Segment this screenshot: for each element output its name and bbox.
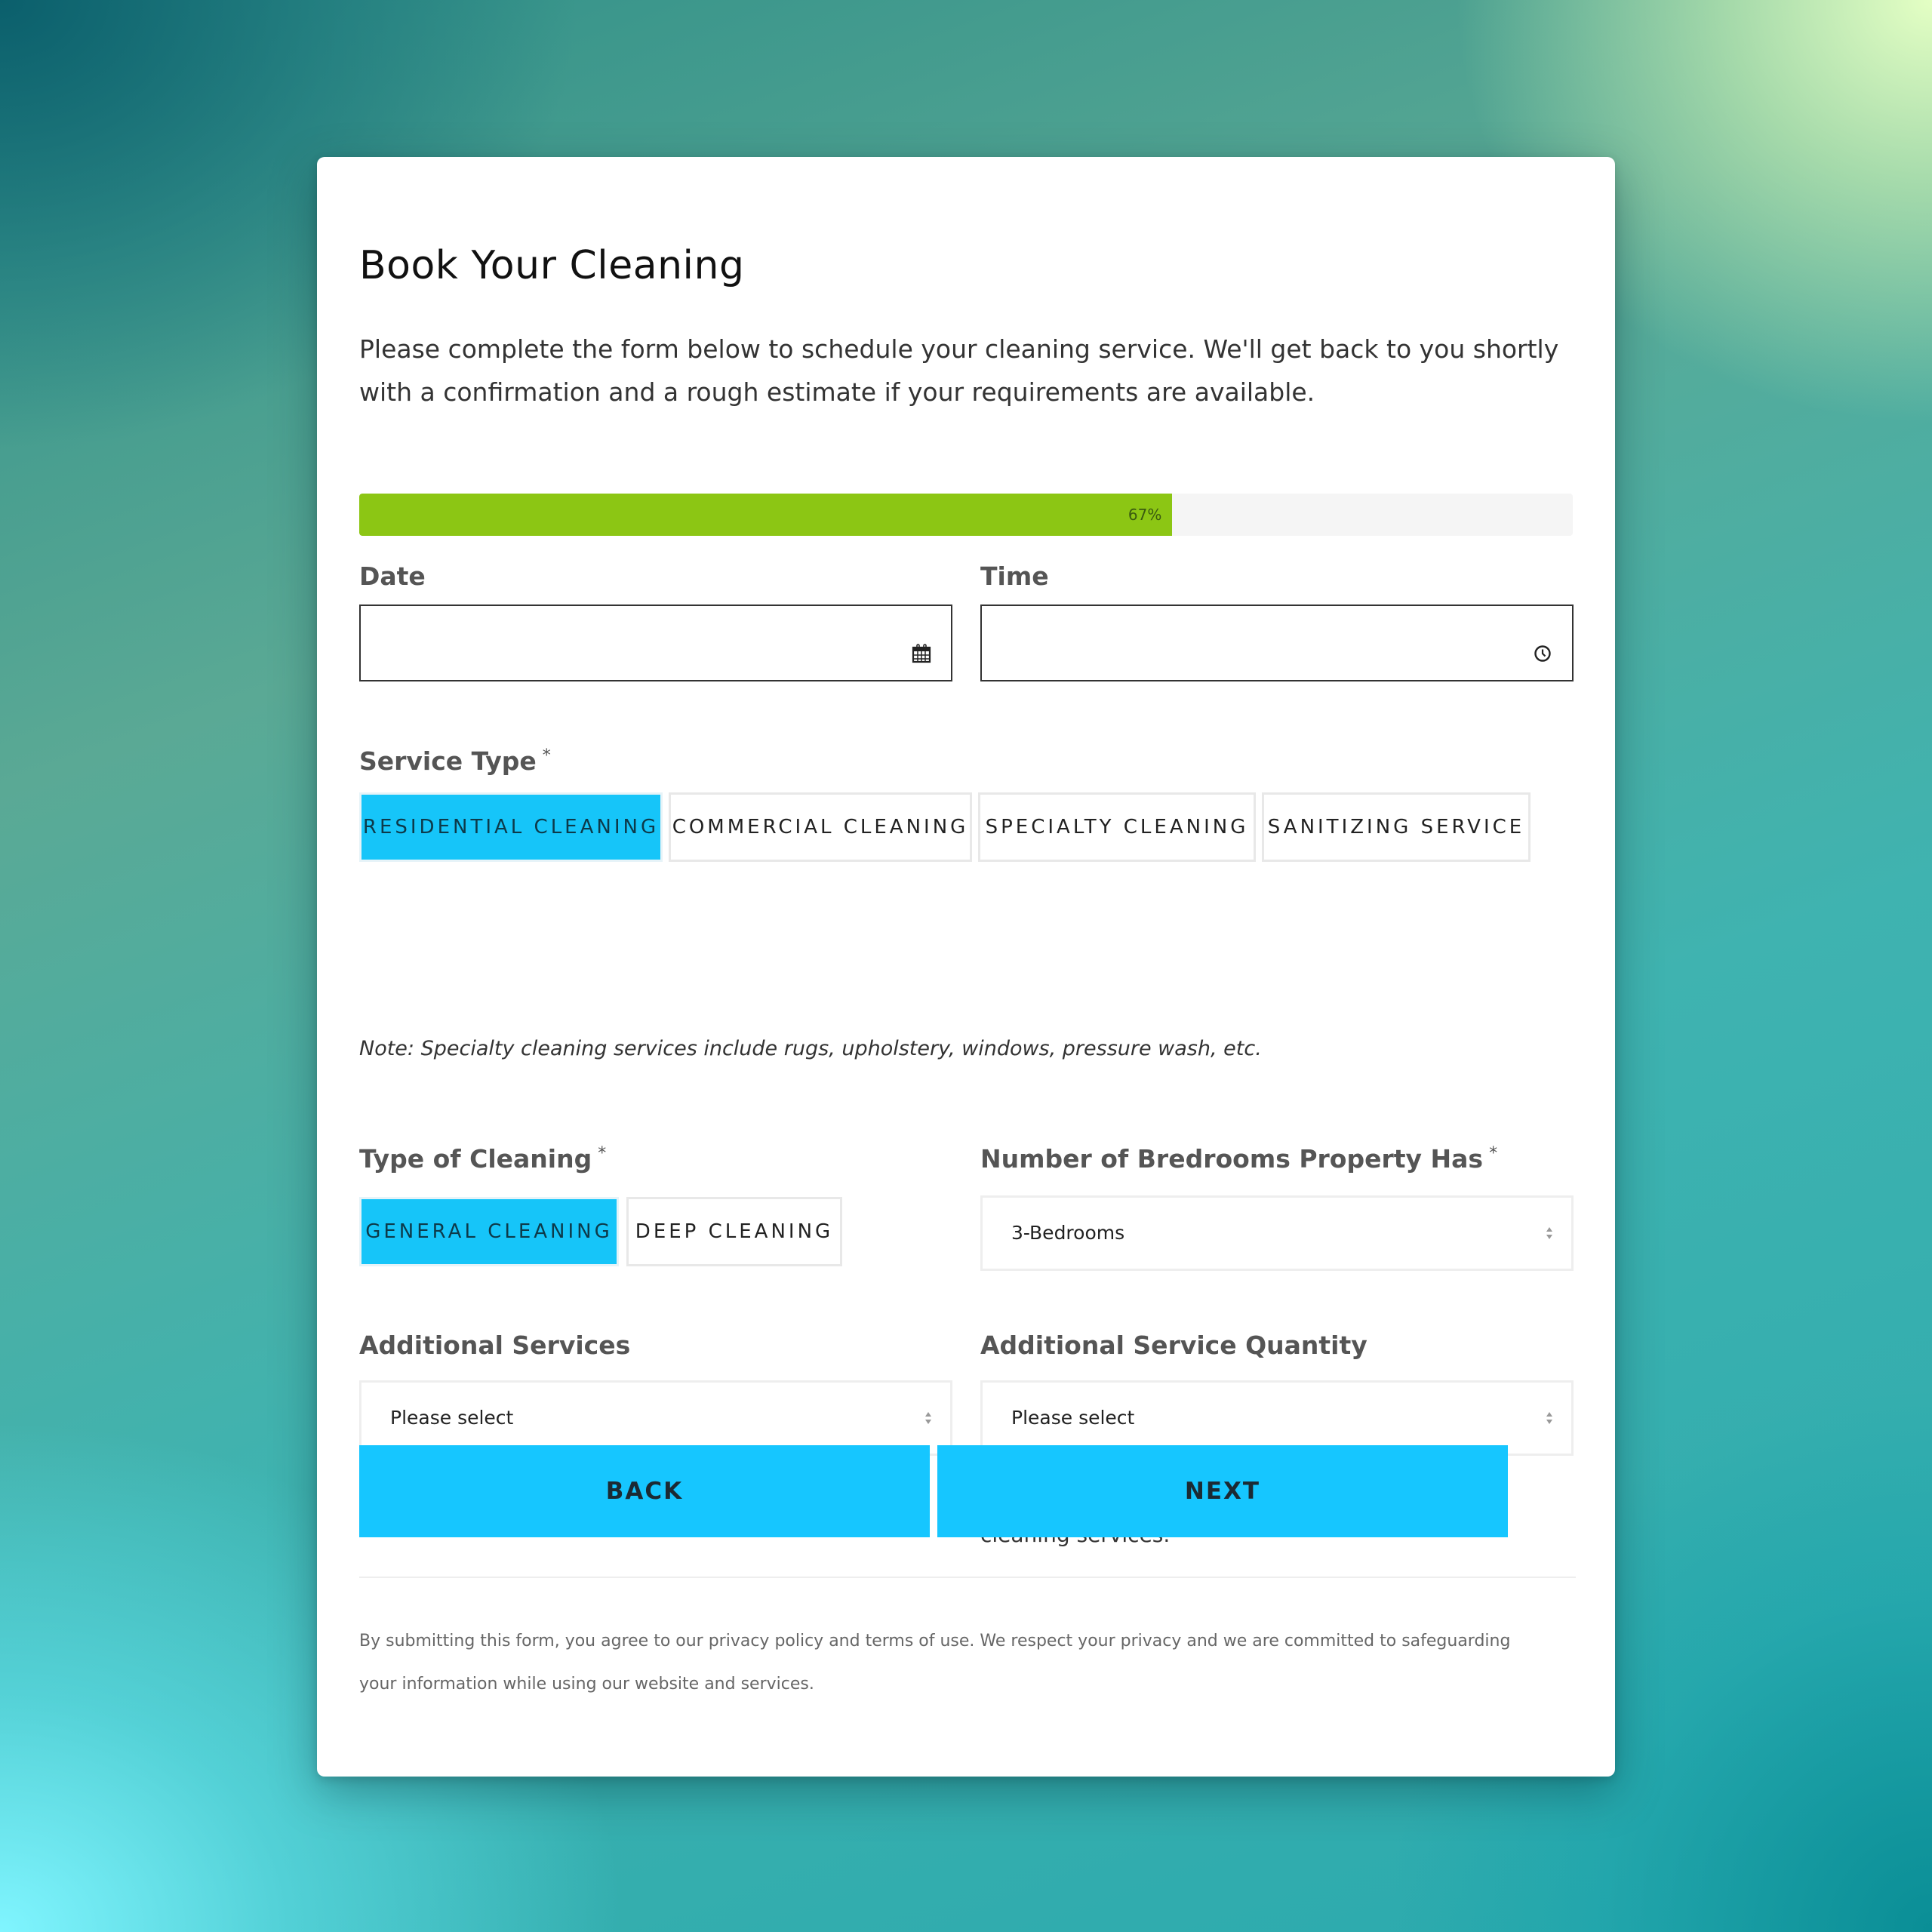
back-button[interactable]: BACK	[359, 1445, 930, 1537]
bedrooms-select[interactable]: 3-Bedrooms	[980, 1195, 1574, 1271]
privacy-notice: By submitting this form, you agree to ou…	[359, 1632, 1511, 1694]
date-label: Date	[359, 561, 426, 591]
time-label: Time	[980, 561, 1049, 591]
time-input[interactable]	[980, 605, 1574, 681]
bedrooms-select-value: 3-Bedrooms	[1011, 1222, 1125, 1244]
page-title: Book Your Cleaning	[359, 243, 745, 288]
cleaning-option-deep[interactable]: DEEP CLEANING	[626, 1197, 842, 1266]
additional-services-select[interactable]: Please select	[359, 1380, 952, 1456]
clock-icon	[1534, 645, 1551, 662]
service-option-residential[interactable]: RESIDENTIAL CLEANING	[359, 792, 663, 862]
required-mark: *	[1489, 1144, 1498, 1163]
select-arrows-icon	[925, 1412, 931, 1424]
required-mark: *	[598, 1144, 607, 1163]
service-option-commercial[interactable]: COMMERCIAL CLEANING	[669, 792, 972, 862]
select-arrows-icon	[1546, 1227, 1552, 1239]
bedrooms-label-text: Number of Bredrooms Property Has	[980, 1144, 1484, 1174]
booking-form-card: Book Your Cleaning Please complete the f…	[317, 157, 1615, 1777]
service-type-label-text: Service Type	[359, 746, 537, 776]
service-type-label: Service Type *	[359, 746, 551, 776]
additional-services-label: Additional Services	[359, 1331, 631, 1360]
progress-label: 67%	[1128, 506, 1162, 524]
next-button[interactable]: NEXT	[937, 1445, 1508, 1537]
progress-fill: 67%	[359, 494, 1173, 536]
cleaning-option-general[interactable]: GENERAL CLEANING	[359, 1197, 619, 1266]
service-option-sanitizing[interactable]: SANITIZING SERVICE	[1262, 792, 1531, 862]
progress-bar: 67%	[359, 494, 1573, 536]
service-option-specialty[interactable]: SPECIALTY CLEANING	[978, 792, 1256, 862]
additional-quantity-select-value: Please select	[1011, 1407, 1135, 1429]
additional-quantity-label: Additional Service Quantity	[980, 1331, 1367, 1360]
calendar-icon	[912, 644, 931, 663]
type-of-cleaning-label-text: Type of Cleaning	[359, 1144, 592, 1174]
additional-quantity-select[interactable]: Please select	[980, 1380, 1574, 1456]
date-input[interactable]	[359, 605, 952, 681]
select-arrows-icon	[1546, 1412, 1552, 1424]
intro-text: Please complete the form below to schedu…	[359, 334, 1559, 407]
required-mark: *	[542, 746, 551, 765]
service-type-note: Note: Specialty cleaning services includ…	[359, 1037, 1262, 1060]
type-of-cleaning-label: Type of Cleaning *	[359, 1144, 606, 1174]
divider	[359, 1577, 1576, 1578]
additional-services-select-value: Please select	[390, 1407, 514, 1429]
bedrooms-label: Number of Bredrooms Property Has *	[980, 1144, 1497, 1174]
